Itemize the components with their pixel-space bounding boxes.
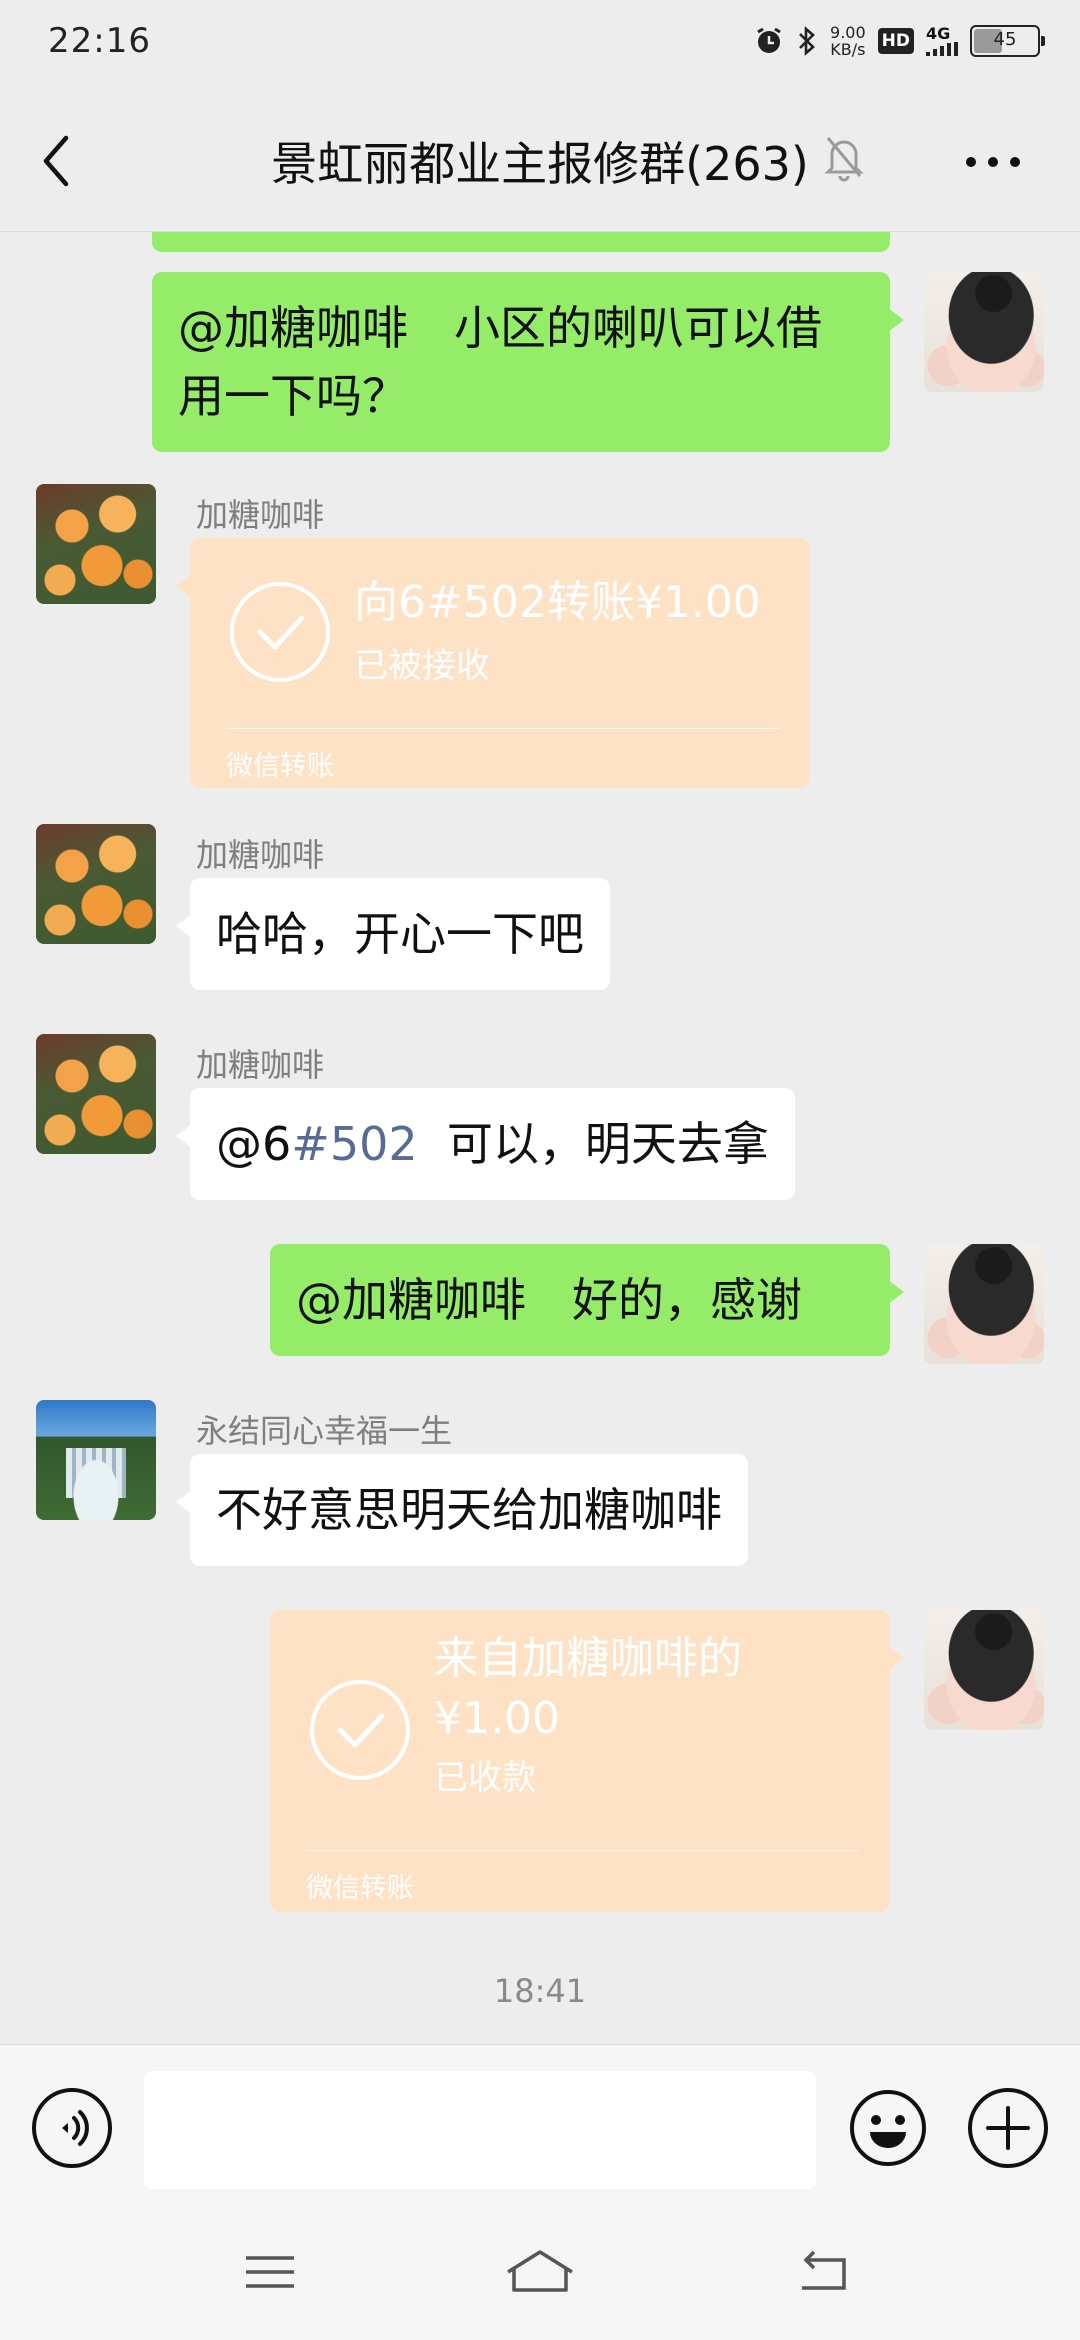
back-nav-button[interactable] bbox=[792, 2242, 852, 2302]
more-options-button[interactable] bbox=[966, 152, 1026, 172]
sender-name: 永结同心幸福一生 bbox=[196, 1412, 453, 1450]
message-text: 不好意思明天给加糖咖啡 bbox=[216, 1483, 722, 1537]
transfer-footer: 微信转账 bbox=[306, 1873, 414, 1904]
transfer-divider bbox=[226, 728, 780, 729]
network-type: 4G bbox=[926, 24, 951, 43]
check-circle-icon bbox=[310, 1680, 410, 1780]
battery-icon: 45 bbox=[970, 25, 1045, 57]
chat-header: 景虹丽都业主报修群(263) bbox=[0, 82, 1080, 232]
mention-text: @6 bbox=[216, 1117, 292, 1171]
message-list[interactable]: @加糖咖啡 小区的喇叭可以借用一下吗？ 加糖咖啡 向6#502转账¥1.00 已… bbox=[0, 232, 1080, 2044]
message-bubble[interactable]: @加糖咖啡 小区的喇叭可以借用一下吗？ bbox=[152, 272, 904, 452]
home-button[interactable] bbox=[504, 2242, 576, 2302]
transfer-footer: 微信转账 bbox=[226, 751, 334, 782]
mute-bell-icon bbox=[822, 132, 866, 182]
status-time: 22:16 bbox=[48, 21, 151, 61]
recent-apps-button[interactable] bbox=[240, 2242, 300, 2302]
sender-name: 加糖咖啡 bbox=[196, 836, 325, 874]
chat-title: 景虹丽都业主报修群(263) bbox=[271, 137, 809, 191]
hd-badge: HD bbox=[877, 28, 914, 54]
my-avatar[interactable] bbox=[924, 272, 1044, 392]
menu-icon bbox=[246, 2256, 294, 2288]
mention-link[interactable]: #502 bbox=[291, 1117, 417, 1171]
partial-message-bubble[interactable] bbox=[152, 232, 890, 252]
message-bubble[interactable]: @6#502 可以，明天去拿 bbox=[176, 1088, 795, 1200]
message-text: 可以，明天去拿 bbox=[417, 1117, 769, 1171]
sender-avatar[interactable] bbox=[36, 1400, 156, 1520]
message-bubble[interactable]: @加糖咖啡 好的，感谢 bbox=[270, 1244, 904, 1356]
my-avatar[interactable] bbox=[924, 1244, 1044, 1364]
transfer-title: 来自加糖咖啡的 bbox=[434, 1633, 742, 1684]
emoji-button[interactable] bbox=[848, 2088, 928, 2168]
transfer-card[interactable]: 向6#502转账¥1.00 已被接收 微信转账 bbox=[176, 538, 810, 788]
my-avatar[interactable] bbox=[924, 1610, 1044, 1730]
message-text: @加糖咖啡 小区的喇叭可以借用一下吗？ bbox=[178, 301, 822, 423]
more-functions-button[interactable] bbox=[968, 2088, 1048, 2168]
alarm-icon bbox=[754, 26, 784, 56]
transfer-card[interactable]: 来自加糖咖啡的 ¥1.00 已收款 微信转账 bbox=[270, 1610, 904, 1912]
network-speed: 9.00 KB/s bbox=[830, 24, 866, 58]
sender-avatar[interactable] bbox=[36, 1034, 156, 1154]
signal-icon: 4G bbox=[926, 26, 958, 56]
network-speed-value: 9.00 bbox=[830, 23, 866, 42]
message-timestamp: 18:41 bbox=[493, 1972, 587, 2010]
transfer-amount: ¥1.00 bbox=[434, 1693, 560, 1744]
battery-level: 45 bbox=[993, 29, 1017, 50]
home-icon bbox=[507, 2250, 573, 2292]
smiley-icon bbox=[850, 2090, 926, 2166]
message-bubble[interactable]: 哈哈，开心一下吧 bbox=[176, 878, 610, 990]
voice-icon bbox=[62, 2110, 89, 2146]
transfer-title: 向6#502转账¥1.00 bbox=[354, 577, 761, 628]
sender-avatar[interactable] bbox=[36, 484, 156, 604]
sender-avatar[interactable] bbox=[36, 824, 156, 944]
network-speed-unit: KB/s bbox=[830, 40, 866, 59]
voice-input-button[interactable] bbox=[32, 2088, 112, 2168]
message-input[interactable] bbox=[144, 2071, 816, 2189]
message-text: 哈哈，开心一下吧 bbox=[216, 907, 584, 961]
sender-name: 加糖咖啡 bbox=[196, 1046, 325, 1084]
transfer-status: 已被接收 bbox=[354, 646, 490, 686]
transfer-divider bbox=[306, 1850, 860, 1851]
plus-icon bbox=[986, 2106, 1030, 2150]
sender-name: 加糖咖啡 bbox=[196, 496, 325, 534]
check-circle-icon bbox=[230, 582, 330, 682]
status-bar: 22:16 9.00 KB/s HD 4G 45 bbox=[0, 0, 1080, 82]
status-indicators: 9.00 KB/s HD 4G 45 bbox=[754, 24, 1045, 58]
transfer-status: 已收款 bbox=[434, 1758, 536, 1798]
system-nav-bar bbox=[0, 2204, 1080, 2340]
message-text: @加糖咖啡 好的，感谢 bbox=[296, 1273, 802, 1327]
return-icon bbox=[802, 2250, 846, 2290]
message-bubble[interactable]: 不好意思明天给加糖咖啡 bbox=[176, 1454, 748, 1566]
input-bar bbox=[0, 2044, 1080, 2204]
bluetooth-icon bbox=[796, 25, 818, 57]
